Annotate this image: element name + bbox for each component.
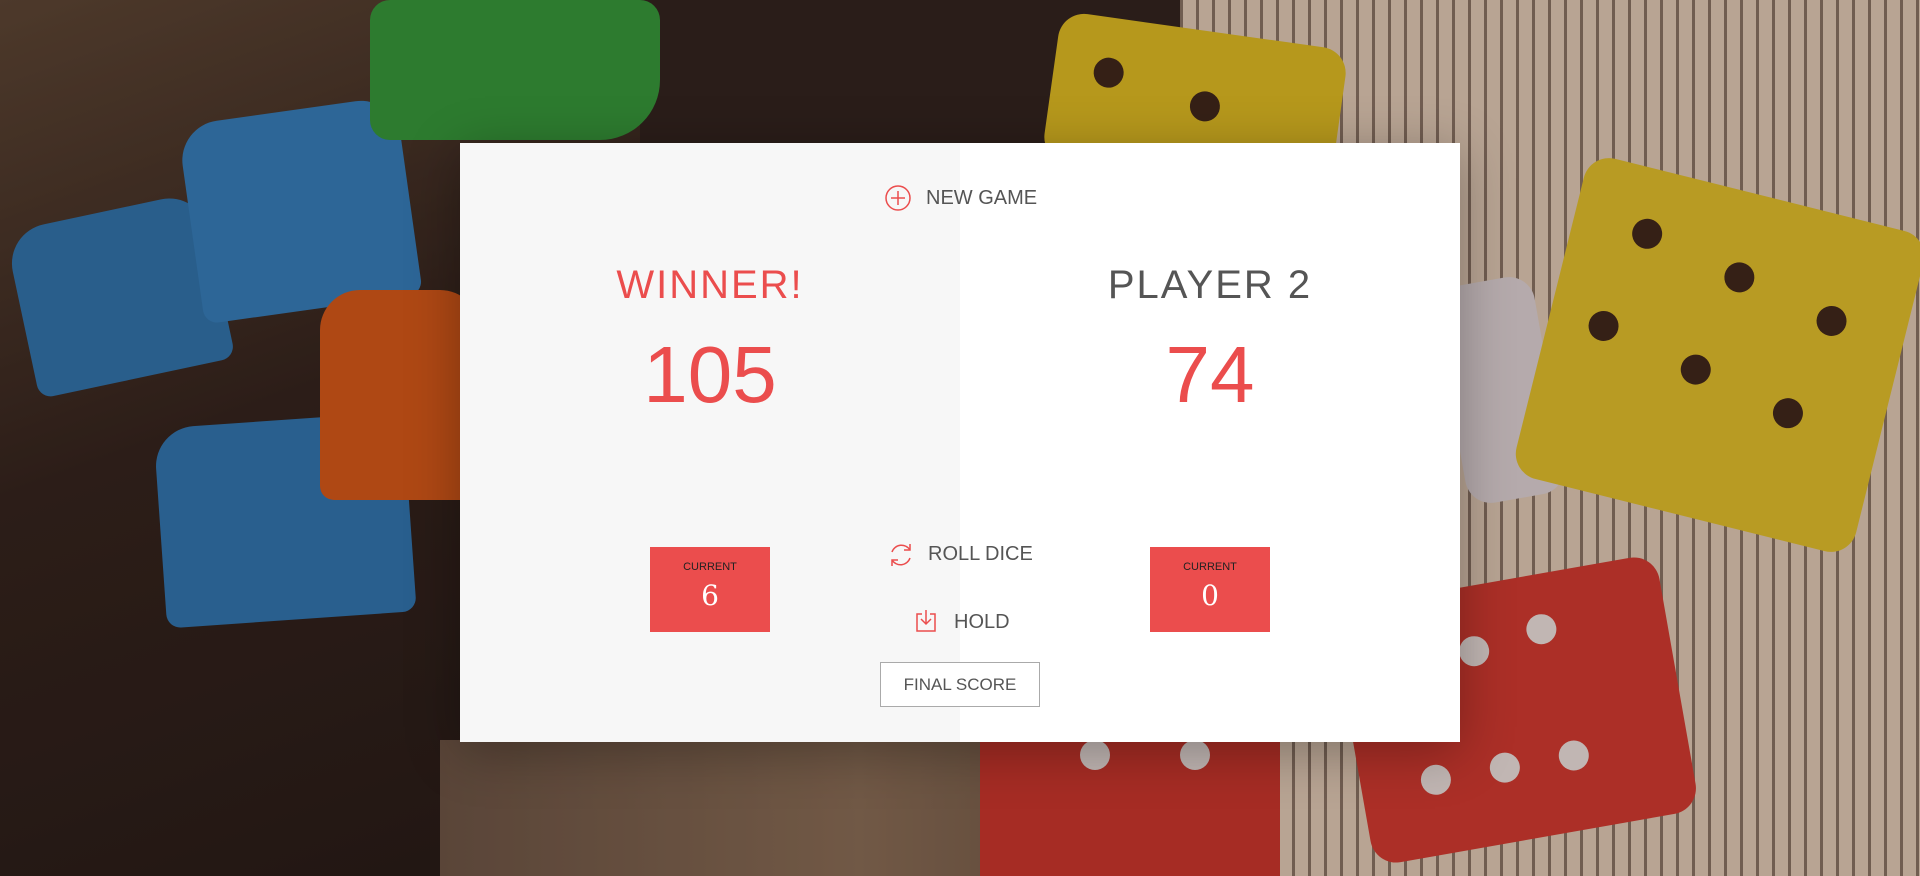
player-2-score: 74: [1165, 330, 1255, 419]
final-score-input[interactable]: [880, 662, 1040, 707]
player-1-score: 105: [643, 330, 777, 419]
hold-button[interactable]: Hold: [912, 608, 1010, 636]
player-1-current-score: 6: [701, 579, 719, 612]
player-1-current-label: Current: [683, 561, 737, 573]
new-game-label: New game: [926, 186, 1038, 209]
player-2-panel: Player 2 74 Current 0: [960, 143, 1460, 742]
player-1-panel: Winner! 105 Current 6: [460, 143, 960, 742]
hold-label: Hold: [954, 610, 1010, 633]
player-2-current-box: Current 0: [1150, 547, 1270, 632]
roll-dice-button[interactable]: Roll dice: [886, 540, 1033, 568]
roll-dice-label: Roll dice: [928, 542, 1033, 565]
player-1-name: Winner!: [616, 263, 804, 307]
refresh-icon: [886, 540, 914, 568]
player-2-current-score: 0: [1201, 579, 1219, 612]
player-1-current-box: Current 6: [650, 547, 770, 632]
game-panel: Winner! 105 Current 6 Player 2 74 Curren…: [460, 143, 1460, 742]
player-2-current-label: Current: [1183, 561, 1237, 573]
download-icon: [912, 608, 940, 636]
plus-circle-icon: [884, 184, 912, 212]
new-game-button[interactable]: New game: [884, 184, 1037, 212]
player-2-name: Player 2: [1107, 263, 1313, 307]
